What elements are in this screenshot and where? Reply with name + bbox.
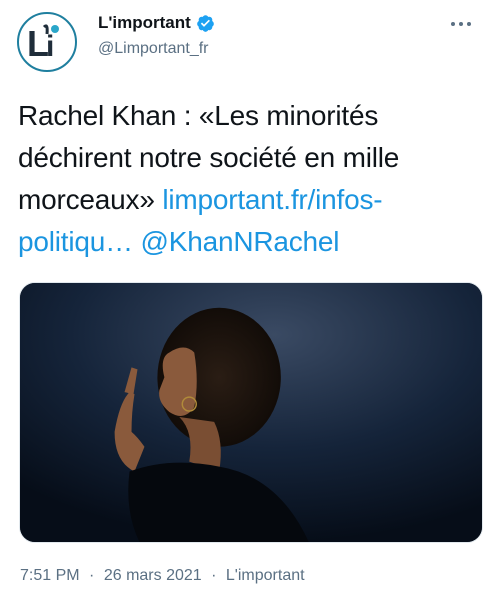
limportant-logo: L i: [27, 23, 59, 63]
author-name-row: L'important: [98, 13, 215, 33]
author-block: L'important @Limportant_fr: [98, 13, 215, 58]
meta-separator: ·: [89, 567, 95, 584]
tweet-time[interactable]: 7:51 PM: [20, 567, 80, 584]
tweet-date[interactable]: 26 mars 2021: [104, 567, 202, 584]
author-name[interactable]: L'important: [98, 13, 191, 33]
meta-separator-2: ·: [211, 567, 217, 584]
photo-image: [20, 283, 482, 542]
avatar[interactable]: L i: [17, 12, 77, 72]
tweet-mention[interactable]: @KhanNRachel: [141, 226, 340, 257]
tweet-card: L i L'important @Limportant_fr Rachel Kh…: [0, 0, 499, 600]
verified-badge-icon: [196, 14, 215, 33]
svg-text:i: i: [46, 30, 54, 63]
tweet-meta: 7:51 PM · 26 mars 2021 · L'important: [20, 567, 305, 585]
tweet-text: Rachel Khan : «Les minorités déchirent n…: [18, 95, 483, 263]
more-options-icon[interactable]: [451, 22, 475, 30]
tweet-source[interactable]: L'important: [226, 567, 305, 584]
tweet-photo[interactable]: [19, 282, 483, 543]
author-handle[interactable]: @Limportant_fr: [98, 40, 215, 58]
